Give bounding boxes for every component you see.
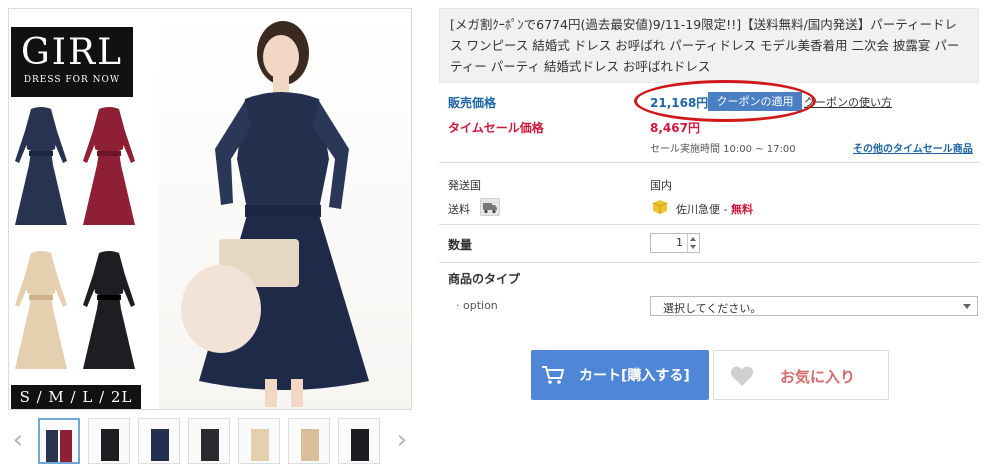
quantity-spinner <box>687 234 699 252</box>
timesale-time: セール実施時間 10:00 ~ 17:00 <box>650 144 796 155</box>
thumbnail-1[interactable] <box>38 418 80 464</box>
apply-coupon-button[interactable]: クーポンの適用 <box>708 92 802 111</box>
option-select-value: 選択してください。 <box>663 302 762 315</box>
timesale-label: タイムセール価格 <box>448 121 544 135</box>
product-type-label: 商品のタイプ <box>448 272 521 286</box>
package-icon <box>652 200 668 214</box>
thumbnail-strip: ‹ › <box>8 418 412 466</box>
shipping-fee-label: 送料 <box>448 203 470 216</box>
thumbnail-4[interactable] <box>188 418 230 464</box>
shipping-info: 佐川急便 - 無料 <box>676 201 753 217</box>
divider <box>439 224 979 225</box>
truck-icon <box>480 198 500 216</box>
quantity-value: 1 <box>676 236 683 249</box>
thumbnail-7[interactable] <box>338 418 380 464</box>
product-title: [メガ割ｸｰﾎﾟﾝで6774円(過去最安値)9/11-19限定!!]【送料無料/… <box>439 8 979 83</box>
thumbnail-6[interactable] <box>288 418 330 464</box>
favorite-label: お気に入り <box>780 368 856 386</box>
chevron-down-icon <box>963 304 971 309</box>
dress-navy-swatch <box>15 107 67 225</box>
heart-icon <box>730 366 754 386</box>
shipping-carrier: 佐川急便 - <box>676 203 731 216</box>
price-value: 21,168円 <box>650 96 709 110</box>
divider <box>439 162 979 163</box>
cart-icon <box>542 366 565 384</box>
thumbnail-3[interactable] <box>138 418 180 464</box>
other-timesale-link[interactable]: その他のタイムセール商品 <box>853 140 973 155</box>
timesale-value: 8,467円 <box>650 121 700 135</box>
favorite-button[interactable]: お気に入り <box>713 350 889 400</box>
coupon-help-link[interactable]: クーポンの使い方 <box>804 94 892 110</box>
quantity-label: 数量 <box>448 238 473 252</box>
chevron-up-icon[interactable] <box>690 237 696 241</box>
option-select[interactable]: 選択してください。 <box>650 296 978 316</box>
option-label: · option <box>456 299 498 312</box>
dress-black-swatch <box>83 251 135 369</box>
brand-logo: GIRL DRESS FOR NOW <box>11 27 133 97</box>
ship-country-label: 発送国 <box>448 179 481 192</box>
shipping-free: 無料 <box>730 203 753 216</box>
size-strip: S / M / L / 2L <box>11 385 141 409</box>
divider <box>439 262 979 263</box>
add-to-cart-label: カート[購入する] <box>579 368 690 384</box>
model-photo <box>159 9 411 409</box>
price-label: 販売価格 <box>448 96 497 110</box>
main-product-image[interactable]: GIRL DRESS FOR NOW S / M / L / 2L <box>8 8 412 410</box>
chevron-left-icon[interactable]: ‹ <box>8 427 28 454</box>
thumbnail-5[interactable] <box>238 418 280 464</box>
thumbnail-2[interactable] <box>88 418 130 464</box>
dress-wine-swatch <box>83 107 135 225</box>
brand-logo-main: GIRL <box>21 32 123 73</box>
add-to-cart-button[interactable]: カート[購入する] <box>531 350 709 400</box>
chevron-down-icon[interactable] <box>690 245 696 249</box>
ship-country-value: 国内 <box>650 179 672 192</box>
brand-logo-sub: DRESS FOR NOW <box>23 75 121 85</box>
chevron-right-icon[interactable]: › <box>392 427 412 454</box>
dress-beige-swatch <box>15 251 67 369</box>
quantity-stepper[interactable]: 1 <box>650 233 700 253</box>
